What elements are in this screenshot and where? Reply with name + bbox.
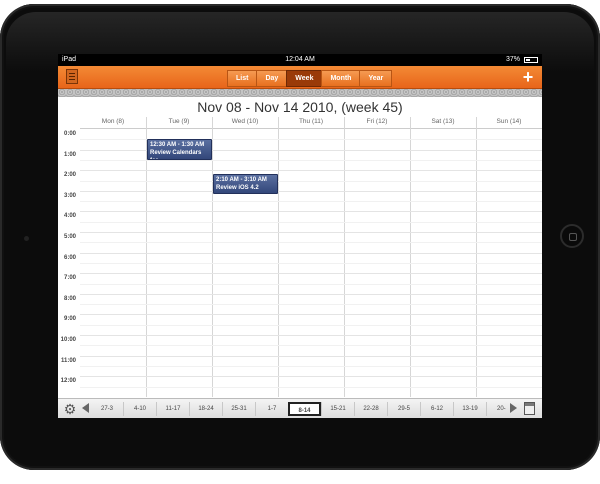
half-hour-line [80, 345, 542, 347]
toolbar: List Day Week Month Year + [58, 66, 542, 89]
view-tab-week[interactable]: Week [286, 70, 323, 87]
hour-label: 11:00 [60, 357, 76, 364]
day-header: Mon (8) [101, 118, 125, 125]
view-switcher: List Day Week Month Year [227, 70, 393, 87]
week-range-button[interactable]: 11-17 [156, 402, 189, 416]
add-event-button[interactable]: + [520, 66, 536, 88]
event-title: Review Calendars for [150, 150, 202, 159]
week-range-button[interactable]: 27-3 [96, 402, 123, 416]
battery-icon [524, 57, 538, 63]
calendar-icon[interactable] [524, 402, 535, 415]
hour-line [80, 335, 542, 336]
week-range-button[interactable]: 20-2 [486, 402, 506, 416]
half-hour-line [80, 242, 542, 244]
day-header: Fri (12) [366, 118, 388, 125]
week-range-button[interactable]: 22-28 [354, 402, 387, 416]
day-header: Sun (14) [496, 118, 522, 125]
half-hour-line [80, 159, 542, 161]
day-headers: Mon (8) Tue (9) Wed (10) Thu (11) Fri (12) Sa… [80, 116, 542, 128]
battery-percent: 37% [505, 56, 520, 63]
hour-line [80, 211, 542, 213]
day-header: Sat (13) [431, 118, 455, 125]
spiral-binding [58, 89, 542, 97]
week-grid[interactable]: 0:00 1:00 2:00 3:00 4:00 5:00 6:00 7:00 8:00 9:00… [61, 117, 542, 397]
hour-line [80, 232, 542, 233]
home-button[interactable] [560, 224, 584, 248]
week-range-button[interactable]: 25-31 [222, 402, 255, 416]
half-hour-line [80, 324, 542, 326]
hour-label: 3:00 [63, 192, 76, 199]
week-range-button[interactable]: 29-5 [387, 402, 420, 416]
ipad-frame: iPad 12:04 AM 37% List Day Week Month Year +… [0, 4, 600, 470]
notes-icon[interactable] [66, 69, 78, 84]
day-header: Tue (9) [168, 118, 190, 125]
event-title: Review iOS 4.2 [216, 184, 259, 191]
hour-line [80, 293, 542, 295]
week-range-button[interactable]: 18-24 [189, 402, 222, 416]
hour-label: 9:00 [63, 316, 76, 323]
status-bar: iPad 12:04 AM 37% [58, 54, 542, 66]
view-tab-month[interactable]: Month [321, 70, 361, 87]
previous-weeks-arrow-icon[interactable] [82, 403, 89, 413]
view-tab-list[interactable]: List [227, 70, 258, 87]
hour-label: 5:00 [63, 234, 76, 240]
hour-line [80, 190, 542, 192]
hour-line [80, 252, 542, 254]
day-header: Thu (11) [298, 118, 324, 125]
week-strip: 27-3 4-10 11-17 18-24 25-31 1-7 8-14 15-21 22-28… [96, 402, 506, 416]
half-hour-line [80, 180, 542, 182]
week-range-button[interactable]: 8-14 [288, 402, 321, 416]
week-range-button[interactable]: 13-19 [453, 402, 486, 416]
event-time: 12:30 AM - 1:30 AM [150, 142, 205, 149]
hour-label: 6:00 [63, 254, 76, 261]
hour-label: 7:00 [63, 275, 76, 282]
hour-label: 0:00 [63, 131, 76, 137]
hour-label: 4:00 [63, 213, 76, 220]
hour-label: 8:00 [63, 295, 76, 302]
half-hour-line [80, 386, 542, 388]
week-range-button[interactable]: 4-10 [123, 402, 156, 416]
hour-line [80, 355, 542, 357]
hour-line [80, 376, 542, 378]
camera-icon [24, 236, 29, 241]
week-range-button[interactable]: 1-7 [255, 402, 288, 416]
bottom-bar: ⚙ 27-3 4-10 11-17 18-24 25-31 1-7 8-14 15-21 22-… [58, 398, 542, 418]
status-time: 12:04 AM [285, 56, 315, 63]
day-header: Wed (10) [231, 118, 259, 125]
hour-label: 12:00 [60, 378, 76, 385]
half-hour-line [80, 201, 542, 203]
screen: iPad 12:04 AM 37% List Day Week Month Year +… [58, 54, 542, 418]
half-hour-line [80, 365, 542, 367]
hour-label: 1:00 [63, 151, 76, 158]
week-title: Nov 08 - Nov 14 2010, (week 45) [197, 99, 403, 115]
half-hour-line [80, 262, 542, 264]
hour-line [80, 273, 542, 275]
half-hour-line [80, 221, 542, 223]
gear-icon[interactable]: ⚙ [63, 402, 77, 416]
half-hour-line [80, 283, 542, 285]
calendar-event[interactable]: 2:10 AM - 3:10 AM Review iOS 4.2 [213, 173, 278, 195]
event-time: 2:10 AM - 3:10 AM [216, 176, 267, 183]
calendar-event[interactable]: 12:30 AM - 1:30 AMReview Calendars for [147, 139, 212, 160]
next-weeks-arrow-icon[interactable] [510, 403, 517, 413]
view-tab-day[interactable]: Day [256, 70, 288, 87]
hour-label: 2:00 [63, 172, 76, 179]
hour-label: 10:00 [60, 337, 76, 343]
hour-line [80, 170, 542, 172]
half-hour-line [80, 304, 542, 306]
week-range-button[interactable]: 6-12 [420, 402, 453, 416]
view-tab-year[interactable]: Year [359, 70, 393, 87]
week-range-button[interactable]: 15-21 [321, 402, 354, 416]
hour-line [80, 314, 542, 316]
